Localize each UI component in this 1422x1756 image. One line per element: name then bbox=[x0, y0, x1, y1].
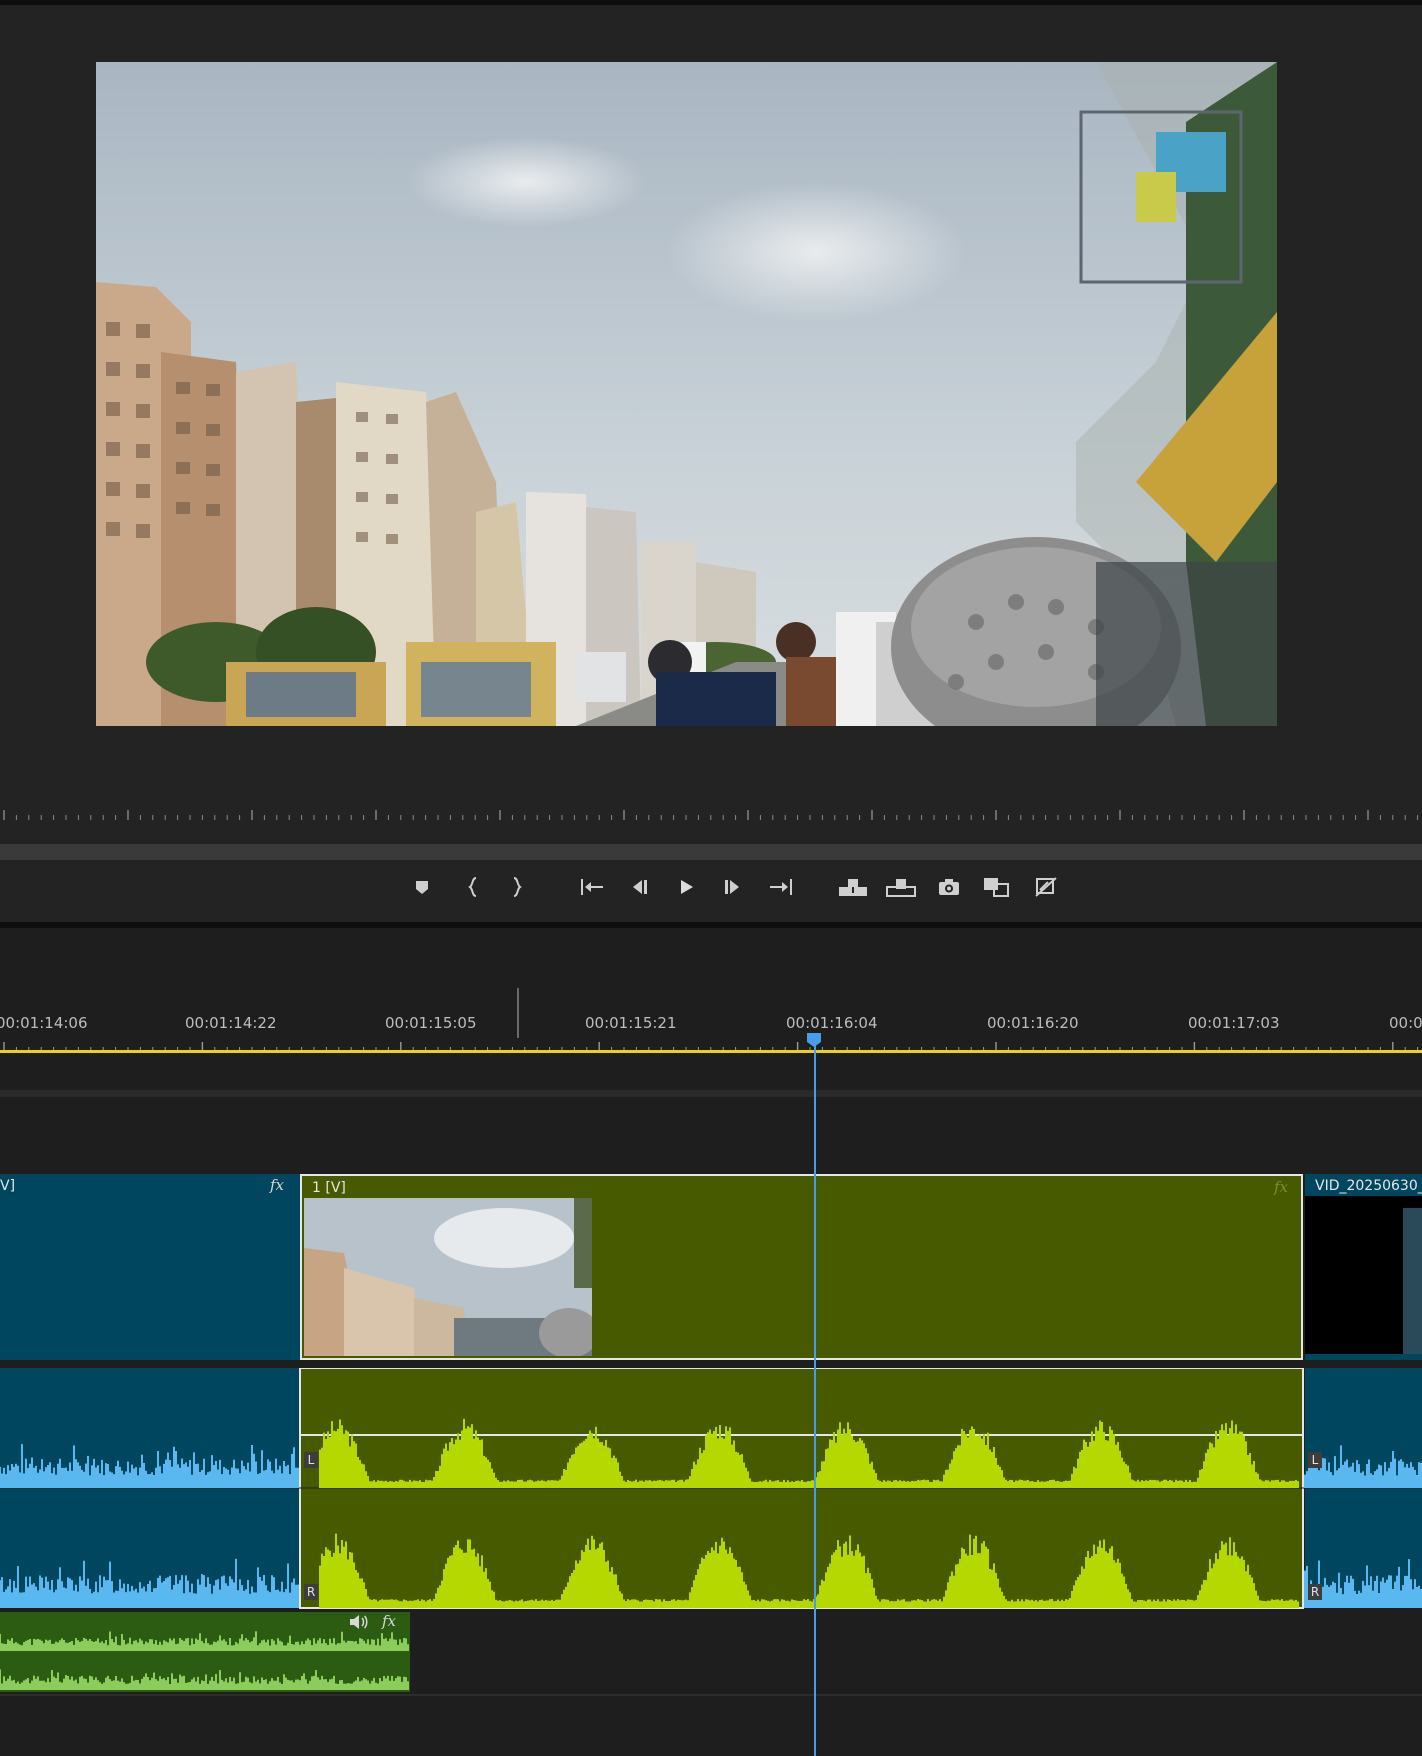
playhead-line[interactable] bbox=[814, 1040, 816, 1756]
monitor-zoom-scrollbar[interactable] bbox=[0, 844, 1422, 860]
fx-badge[interactable]: fx bbox=[270, 1176, 284, 1194]
video-clip-selected[interactable]: 1 [V] fx bbox=[300, 1174, 1303, 1360]
panel-border bbox=[0, 0, 1422, 5]
marker-icon[interactable] bbox=[407, 872, 437, 902]
mark-in-icon[interactable] bbox=[458, 872, 488, 902]
clip-thumbnail bbox=[1305, 1196, 1422, 1354]
video-clip-left[interactable]: V] fx bbox=[0, 1174, 300, 1360]
export-frame-icon[interactable] bbox=[934, 872, 964, 902]
comparison-view-icon[interactable] bbox=[982, 872, 1012, 902]
insert-icon[interactable] bbox=[838, 872, 868, 902]
in-point-line bbox=[517, 988, 519, 1038]
timecode-label: 00:0 bbox=[1389, 1014, 1422, 1032]
transport-controls bbox=[0, 862, 1422, 914]
toggle-proxies-icon[interactable] bbox=[1031, 872, 1061, 902]
audio-speaker-icon[interactable] bbox=[348, 1614, 368, 1634]
overwrite-icon[interactable] bbox=[886, 872, 916, 902]
timecode-label: 00:01:15:21 bbox=[585, 1014, 677, 1032]
clip-name: VID_20250630_ bbox=[1315, 1178, 1422, 1194]
fx-badge[interactable]: fx bbox=[382, 1612, 396, 1630]
play-icon[interactable] bbox=[671, 872, 701, 902]
channel-label-left: L bbox=[304, 1452, 318, 1468]
channel-label-left: L bbox=[1308, 1452, 1322, 1468]
track-divider bbox=[0, 1090, 1422, 1097]
video-clip-right[interactable]: VID_20250630_ bbox=[1305, 1174, 1422, 1360]
channel-label-right: R bbox=[304, 1584, 318, 1600]
timecode-label: 00:01:16:20 bbox=[987, 1014, 1079, 1032]
playhead-handle[interactable] bbox=[806, 1032, 822, 1048]
work-area-bar[interactable] bbox=[0, 1050, 1422, 1053]
mark-out-icon[interactable] bbox=[502, 872, 532, 902]
monitor-time-ruler[interactable] bbox=[0, 800, 1422, 824]
step-back-icon[interactable] bbox=[625, 872, 655, 902]
timecode-label: 00:01:17:03 bbox=[1188, 1014, 1280, 1032]
timecode-label: 00:01:14:22 bbox=[185, 1014, 277, 1032]
audio-track-area bbox=[0, 1368, 1422, 1692]
step-forward-icon[interactable] bbox=[717, 872, 747, 902]
track-divider bbox=[0, 1694, 1422, 1696]
timecode-label: 00:01:14:06 bbox=[0, 1014, 88, 1032]
go-to-in-icon[interactable] bbox=[577, 872, 607, 902]
clip-name: 1 [V] bbox=[312, 1180, 346, 1196]
timecode-label: 00:01:15:05 bbox=[385, 1014, 477, 1032]
clip-name: V] bbox=[0, 1178, 16, 1194]
fx-badge[interactable]: fx bbox=[1274, 1178, 1288, 1196]
timecode-label: 00:01:16:04 bbox=[786, 1014, 878, 1032]
program-monitor-video[interactable] bbox=[96, 62, 1277, 726]
channel-label-right: R bbox=[1308, 1584, 1322, 1600]
clip-thumbnail bbox=[304, 1198, 592, 1356]
video-frame-image bbox=[96, 62, 1277, 726]
go-to-out-icon[interactable] bbox=[766, 872, 796, 902]
